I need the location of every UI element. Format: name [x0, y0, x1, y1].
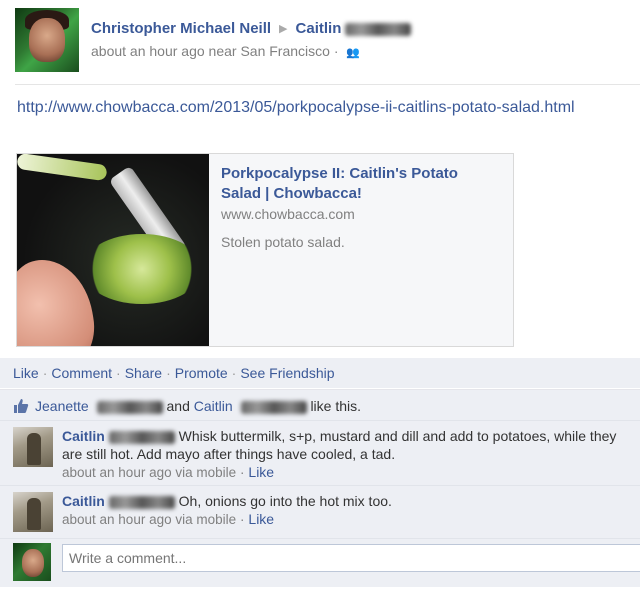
share-link[interactable]: Share [125, 365, 162, 381]
comment-time[interactable]: about an hour ago via mobile [62, 512, 236, 527]
comment-item: Caitlin Oh, onions go into the hot mix t… [0, 485, 640, 538]
likes-and: and [166, 398, 190, 414]
thumbs-up-icon [14, 399, 29, 413]
redacted-surname [96, 400, 163, 414]
divider [15, 84, 640, 85]
comment-text: Oh, onions go into the hot mix too. [178, 493, 392, 509]
comment-meta-sep: · [240, 465, 245, 480]
likes-suffix: like this. [310, 398, 362, 414]
redacted-surname [108, 495, 175, 509]
action-sep: · [116, 365, 121, 381]
write-comment-input[interactable] [62, 544, 640, 572]
target-name-link[interactable]: Caitlin [296, 20, 342, 37]
commenter-name-link[interactable]: Caitlin [62, 428, 105, 444]
post-actions-bar: Like · Comment · Share · Promote · See Friendshi… [0, 358, 640, 388]
comment-link[interactable]: Comment [51, 365, 112, 381]
like-link[interactable]: Like [13, 365, 39, 381]
comment-time[interactable]: about an hour ago via mobile [62, 465, 236, 480]
redacted-surname [240, 400, 307, 414]
post-names: Christopher Michael Neill ▶ Caitlin [91, 20, 412, 37]
author-avatar[interactable] [15, 8, 79, 72]
card-text: Porkpocalypse II: Caitlin's Potato Salad… [221, 164, 501, 250]
commenter-name-link[interactable]: Caitlin [62, 493, 105, 509]
card-title-link[interactable]: Porkpocalypse II: Caitlin's Potato Salad… [221, 164, 501, 204]
card-thumbnail[interactable] [17, 154, 209, 346]
comment-like-link[interactable]: Like [248, 464, 274, 480]
meta-sep: · [333, 43, 339, 59]
viewer-avatar [13, 543, 51, 581]
likes-summary: Jeanette and Caitlin like this. [0, 389, 640, 420]
post-time[interactable]: about an hour ago near San Francisco [91, 43, 330, 59]
friends-audience-icon[interactable]: 👥 [346, 46, 360, 59]
comment-meta-sep: · [240, 512, 245, 527]
liker-2-link[interactable]: Caitlin [194, 398, 233, 414]
comment-body: Caitlin Oh, onions go into the hot mix t… [62, 492, 640, 529]
commenter-avatar[interactable] [13, 427, 53, 467]
action-sep: · [231, 365, 237, 381]
arrow-right-icon: ▶ [279, 23, 288, 35]
action-sep: · [166, 365, 171, 381]
action-sep: · [42, 365, 48, 381]
promote-link[interactable]: Promote [175, 365, 228, 381]
shared-url-link[interactable]: http://www.chowbacca.com/2013/05/porkpoc… [17, 96, 617, 120]
redacted-surname [345, 22, 412, 36]
card-domain: www.chowbacca.com [221, 206, 355, 222]
commenter-avatar[interactable] [13, 492, 53, 532]
post-header: Christopher Michael Neill ▶ Caitlin about … [15, 8, 635, 78]
comment-body: Caitlin Whisk buttermilk, s+p, mustard a… [62, 427, 640, 482]
author-name-link[interactable]: Christopher Michael Neill [91, 20, 271, 37]
write-comment-row [0, 538, 640, 587]
card-description: Stolen potato salad. [221, 234, 345, 250]
comment-item: Caitlin Whisk buttermilk, s+p, mustard a… [0, 420, 640, 485]
see-friendship-link[interactable]: See Friendship [240, 365, 334, 381]
comment-like-link[interactable]: Like [248, 511, 274, 527]
redacted-surname [108, 430, 175, 444]
liker-1-link[interactable]: Jeanette [35, 398, 89, 414]
share-card[interactable]: Porkpocalypse II: Caitlin's Potato Salad… [16, 153, 514, 347]
post-meta: about an hour ago near San Francisco · 👥 [91, 43, 360, 59]
